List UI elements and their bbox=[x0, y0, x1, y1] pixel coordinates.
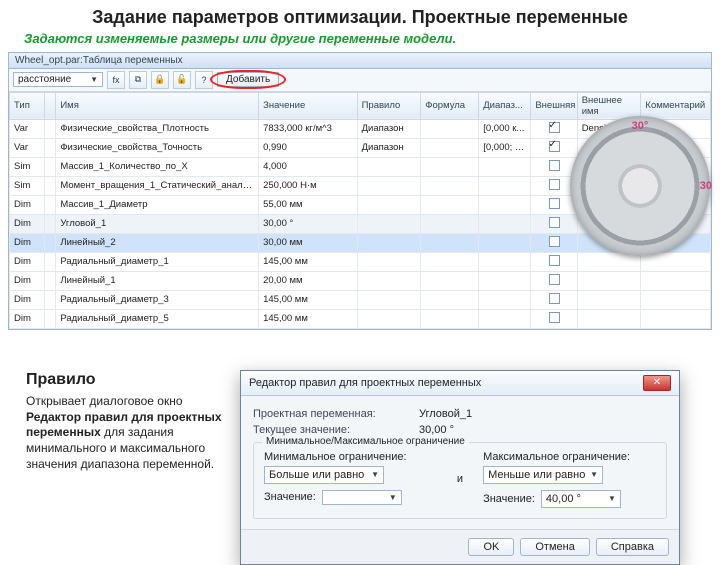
constraints-legend: Минимальное/Максимальное ограничение bbox=[262, 436, 469, 447]
tool-query[interactable]: ? bbox=[195, 71, 213, 89]
add-button[interactable]: Добавить bbox=[217, 72, 279, 87]
variables-toolbar: расстояние ▼ fx ⧉ 🔒 🔓 ? Добавить bbox=[9, 69, 711, 92]
min-label: Минимальное ограничение: bbox=[264, 451, 437, 463]
column-header[interactable]: Внешнее имя bbox=[577, 92, 641, 119]
slide-subtitle: Задаются изменяемые размеры или другие п… bbox=[0, 29, 720, 52]
tool-lock-icon[interactable]: 🔒 bbox=[151, 71, 169, 89]
max-label: Максимальное ограничение: bbox=[483, 451, 656, 463]
cur-label: Текущее значение: bbox=[253, 424, 413, 436]
chevron-down-icon: ▼ bbox=[608, 494, 616, 503]
slide-title: Задание параметров оптимизации. Проектны… bbox=[0, 0, 720, 29]
external-checkbox[interactable] bbox=[549, 255, 560, 266]
external-checkbox[interactable] bbox=[549, 160, 560, 171]
wheel-annotation-angle: 30° bbox=[632, 120, 649, 132]
external-checkbox[interactable] bbox=[549, 198, 560, 209]
help-button[interactable]: Справка bbox=[596, 538, 669, 556]
external-checkbox[interactable] bbox=[549, 122, 560, 133]
max-value-text: 40,00 ° bbox=[546, 493, 581, 505]
min-op-value: Больше или равно bbox=[269, 469, 364, 481]
filter-combo-label: расстояние bbox=[18, 74, 71, 85]
column-header[interactable]: Комментарий bbox=[641, 92, 711, 119]
max-value-label: Значение: bbox=[483, 493, 535, 505]
add-button-label: Добавить bbox=[226, 74, 270, 85]
column-header[interactable]: Внешняя bbox=[531, 92, 577, 119]
min-value-label: Значение: bbox=[264, 491, 316, 503]
min-value-input[interactable]: ▼ bbox=[322, 490, 402, 505]
column-header[interactable] bbox=[44, 92, 56, 119]
column-header[interactable]: Диапаз... bbox=[479, 92, 531, 119]
tool-unlock-icon[interactable]: 🔓 bbox=[173, 71, 191, 89]
tool-fx-icon[interactable]: fx bbox=[107, 71, 125, 89]
and-label: и bbox=[457, 473, 463, 485]
var-label: Проектная переменная: bbox=[253, 408, 413, 420]
close-icon[interactable]: ✕ bbox=[643, 375, 671, 391]
external-checkbox[interactable] bbox=[549, 312, 560, 323]
max-op-value: Меньше или равно bbox=[488, 469, 585, 481]
column-header[interactable]: Тип bbox=[10, 92, 45, 119]
column-header[interactable]: Имя bbox=[56, 92, 259, 119]
explanation-pre: Открывает диалоговое окно bbox=[26, 394, 183, 408]
table-row[interactable]: DimРадиальный_диаметр_3145,00 мм bbox=[10, 290, 711, 309]
external-checkbox[interactable] bbox=[549, 293, 560, 304]
ok-button[interactable]: OK bbox=[468, 538, 514, 556]
column-header[interactable]: Правило bbox=[357, 92, 421, 119]
external-checkbox[interactable] bbox=[549, 141, 560, 152]
column-header[interactable]: Значение bbox=[259, 92, 357, 119]
wheel-annotation-length: 30 bbox=[700, 180, 712, 192]
external-checkbox[interactable] bbox=[549, 274, 560, 285]
constraints-group: Минимальное/Максимальное ограничение Мин… bbox=[253, 442, 667, 519]
filter-combo[interactable]: расстояние ▼ bbox=[13, 72, 103, 87]
wheel-preview: 30° 30 bbox=[570, 116, 710, 256]
dialog-title: Редактор правил для проектных переменных bbox=[249, 377, 481, 389]
table-row[interactable]: DimРадиальный_диаметр_1145,00 мм bbox=[10, 252, 711, 271]
external-checkbox[interactable] bbox=[549, 179, 560, 190]
max-op-combo[interactable]: Меньше или равно ▼ bbox=[483, 466, 603, 484]
external-checkbox[interactable] bbox=[549, 236, 560, 247]
chevron-down-icon: ▼ bbox=[90, 75, 98, 84]
cancel-button[interactable]: Отмена bbox=[520, 538, 589, 556]
dialog-titlebar: Редактор правил для проектных переменных… bbox=[241, 371, 679, 396]
explanation-body: Открывает диалоговое окно Редактор прави… bbox=[26, 394, 224, 472]
explanation-head: Правило bbox=[26, 370, 224, 391]
external-checkbox[interactable] bbox=[549, 217, 560, 228]
explanation-block: Правило Открывает диалоговое окно Редакт… bbox=[0, 370, 230, 565]
min-op-combo[interactable]: Больше или равно ▼ bbox=[264, 466, 384, 484]
max-value-input[interactable]: 40,00 ° ▼ bbox=[541, 490, 621, 508]
variables-window-title: Wheel_opt.par:Таблица переменных bbox=[9, 53, 711, 69]
table-row[interactable]: DimЛинейный_120,00 мм bbox=[10, 271, 711, 290]
chevron-down-icon: ▼ bbox=[389, 493, 397, 502]
rules-editor-dialog: Редактор правил для проектных переменных… bbox=[240, 370, 680, 565]
column-header[interactable]: Формула bbox=[421, 92, 479, 119]
cur-value: 30,00 ° bbox=[419, 424, 454, 436]
chevron-down-icon: ▼ bbox=[371, 470, 379, 479]
table-row[interactable]: DimРадиальный_диаметр_5145,00 мм bbox=[10, 309, 711, 328]
tool-filter-icon[interactable]: ⧉ bbox=[129, 71, 147, 89]
chevron-down-icon: ▼ bbox=[590, 470, 598, 479]
var-value: Угловой_1 bbox=[419, 408, 472, 420]
